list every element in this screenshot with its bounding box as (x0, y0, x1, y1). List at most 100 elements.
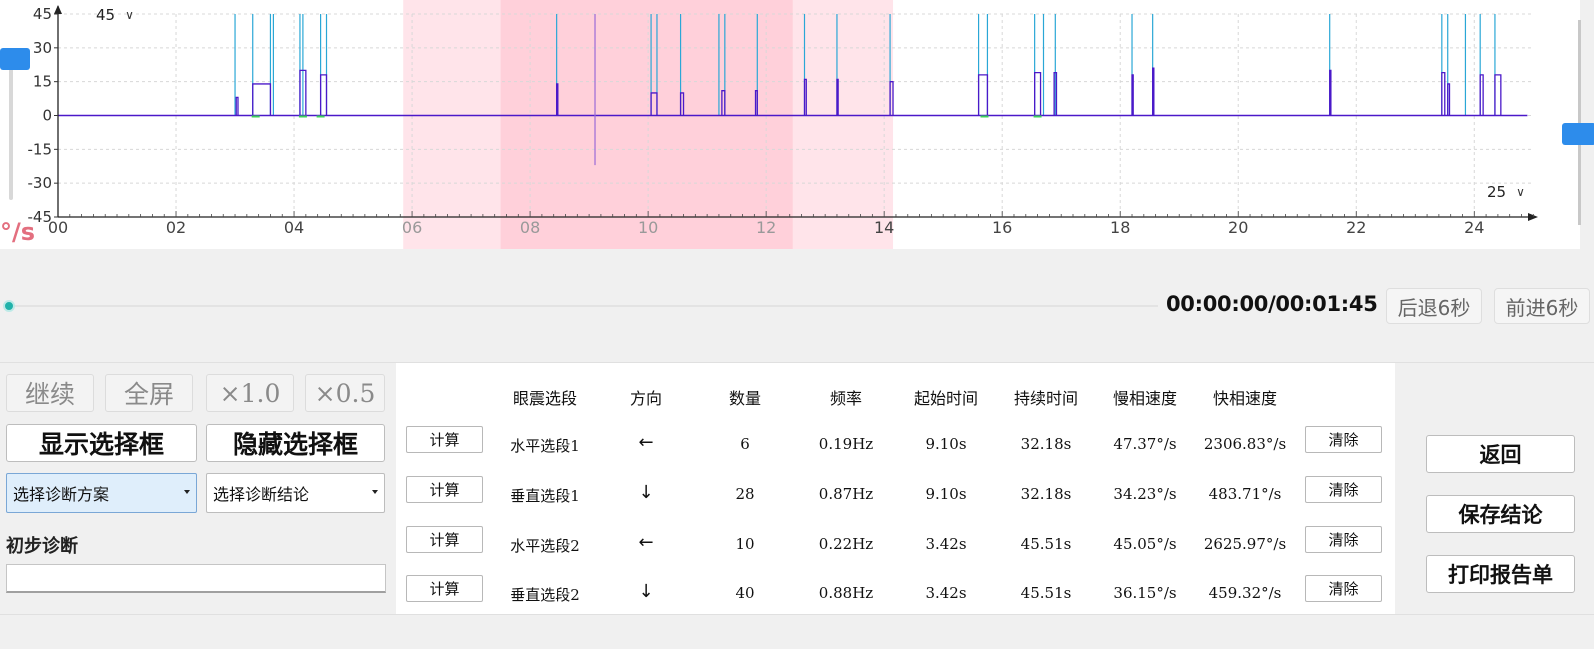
arrow-left-icon: ← (638, 532, 654, 553)
arrow-left-icon: ← (638, 432, 654, 453)
clear-button[interactable]: 清除 (1305, 526, 1382, 553)
preliminary-diagnosis-input[interactable] (6, 564, 386, 593)
frequency-cell: 0.87Hz (818, 485, 874, 503)
duration-cell: 45.51s (1020, 584, 1072, 602)
velocity-trace-step (1034, 71, 1042, 116)
x-tick-label: 12 (756, 218, 776, 237)
velocity-trace-step (1479, 74, 1484, 116)
continue-button[interactable]: 继续 (6, 374, 94, 412)
y-scale-dropdown[interactable]: 45 ∨ (96, 6, 134, 24)
start-time-cell: 9.10s (925, 485, 967, 503)
start-time-cell: 3.42s (925, 535, 967, 553)
x-scale-value: 25 (1487, 183, 1507, 201)
x-scale-dropdown[interactable]: 25 ∨ (1487, 183, 1525, 201)
y-axis-arrow (54, 5, 62, 14)
diagnosis-scheme-select[interactable]: 选择诊断方案 (6, 473, 197, 513)
velocity-trace-step (1152, 67, 1155, 116)
show-selection-box-button[interactable]: 显示选择框 (6, 424, 197, 462)
playback-progress-track[interactable] (8, 305, 1158, 307)
time-display: 00:00:00/00:01:45 (1166, 292, 1378, 316)
x-tick-label: 02 (166, 218, 186, 237)
x-tick-label: 22 (1346, 218, 1366, 237)
gain-slider-track[interactable] (9, 50, 13, 200)
clear-button[interactable]: 清除 (1305, 476, 1382, 503)
nystagmus-table: 眼震选段 方向 数量 频率 起始时间 持续时间 慢相速度 快相速度 计算 水平选… (396, 363, 1395, 614)
header-count: 数量 (728, 389, 762, 408)
x-tick-label: 20 (1228, 218, 1248, 237)
y-scale-value: 45 (96, 6, 116, 24)
x-tick-label: 10 (638, 218, 658, 237)
fast-phase-cell: 459.32°/s (1208, 584, 1282, 602)
x-tick-label: 04 (284, 218, 304, 237)
y-tick-label: 45 (33, 5, 52, 23)
calculate-button[interactable]: 计算 (406, 476, 483, 503)
arrow-down-icon: ↓ (638, 482, 654, 503)
hide-selection-box-button[interactable]: 隐藏选择框 (206, 424, 385, 462)
chevron-down-icon: ∨ (125, 8, 134, 22)
frequency-cell: 0.19Hz (818, 435, 874, 453)
x-tick-label: 14 (874, 218, 894, 237)
unit-label: °/s (0, 218, 36, 246)
clear-button[interactable]: 清除 (1305, 575, 1382, 602)
y-tick-label: 30 (33, 39, 52, 57)
clear-button[interactable]: 清除 (1305, 426, 1382, 453)
y-tick-label: 0 (42, 107, 52, 125)
calculate-button[interactable]: 计算 (406, 526, 483, 553)
x-tick-label: 24 (1464, 218, 1484, 237)
diagnosis-conclusion-value: 选择诊断结论 (213, 485, 310, 504)
velocity-trace-step (252, 83, 272, 116)
preliminary-diagnosis-label: 初步诊断 (6, 536, 78, 557)
rewind-6s-button[interactable]: 后退6秒 (1386, 288, 1482, 324)
header-direction: 方向 (629, 389, 663, 408)
header-start-time: 起始时间 (913, 389, 979, 408)
count-cell: 28 (735, 485, 755, 503)
duration-cell: 45.51s (1020, 535, 1072, 553)
slow-phase-cell: 45.05°/s (1113, 535, 1177, 553)
velocity-trace-step (977, 74, 989, 116)
x-tick-label: 00 (48, 218, 68, 237)
arrow-down-icon: ↓ (638, 581, 654, 602)
x-tick-label: 08 (520, 218, 540, 237)
fullscreen-button[interactable]: 全屏 (105, 374, 193, 412)
calculate-button[interactable]: 计算 (406, 426, 483, 453)
segment-cell: 水平选段1 (510, 437, 580, 455)
slow-phase-cell: 34.23°/s (1113, 485, 1177, 503)
playback-progress-handle[interactable] (3, 300, 15, 312)
header-segment: 眼震选段 (512, 389, 578, 408)
chevron-down-icon: ∨ (1516, 185, 1525, 199)
y-tick-label: -30 (28, 174, 53, 192)
diagnosis-conclusion-select[interactable]: 选择诊断结论 (206, 473, 385, 513)
duration-cell: 32.18s (1020, 485, 1072, 503)
segment-cell: 水平选段2 (510, 537, 580, 555)
gain-slider-handle[interactable] (0, 48, 30, 70)
duration-cell: 32.18s (1020, 435, 1072, 453)
x-tick-label: 06 (402, 218, 422, 237)
speed-05x-button[interactable]: ×0.5 (305, 374, 385, 412)
calculate-button[interactable]: 计算 (406, 575, 483, 602)
count-cell: 40 (735, 584, 755, 602)
print-report-button[interactable]: 打印报告单 (1426, 555, 1575, 593)
x-tick-label: 18 (1110, 218, 1130, 237)
divider (0, 614, 1594, 615)
frequency-cell: 0.22Hz (818, 535, 874, 553)
velocity-trace-step (319, 74, 328, 116)
frequency-cell: 0.88Hz (818, 584, 874, 602)
forward-6s-button[interactable]: 前进6秒 (1494, 288, 1590, 324)
y-tick-label: -15 (28, 140, 53, 158)
dropdown-arrow-icon (372, 490, 378, 494)
count-cell: 10 (735, 535, 755, 553)
return-button[interactable]: 返回 (1426, 435, 1575, 473)
save-conclusion-button[interactable]: 保存结论 (1426, 495, 1575, 533)
segment-cell: 垂直选段1 (510, 487, 580, 505)
velocity-trace-step (1494, 74, 1502, 116)
speed-1x-button[interactable]: ×1.0 (206, 374, 294, 412)
velocity-trace-step (1329, 69, 1332, 116)
fast-phase-cell: 2306.83°/s (1203, 435, 1287, 453)
x-tick-label: 16 (992, 218, 1012, 237)
count-cell: 6 (740, 435, 750, 453)
velocity-trace-step (1447, 83, 1451, 116)
velocity-trace-step (235, 96, 239, 116)
header-fast-phase: 快相速度 (1212, 389, 1278, 408)
offset-slider-handle[interactable] (1562, 123, 1594, 145)
velocity-chart-panel: 45 30 15 0 -15 -30 -45 00 02 04 06 08 10 12 14 16 18 20 22… (0, 0, 1594, 249)
